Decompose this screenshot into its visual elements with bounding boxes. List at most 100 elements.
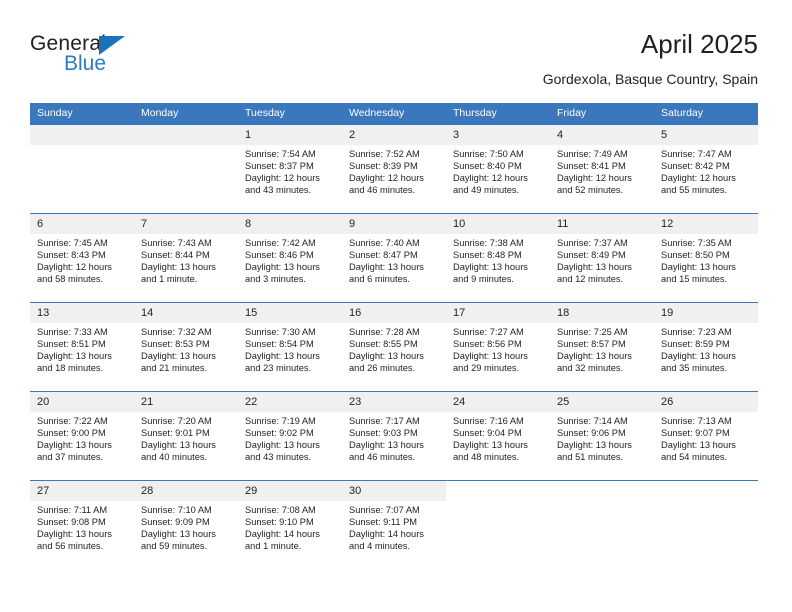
day-sun-info: Sunrise: 7:35 AM Sunset: 8:50 PM Daylight:… <box>654 234 758 285</box>
calendar-cell-day-28[interactable]: 28 Sunrise: 7:10 AM Sunset: 9:09 PM Dayligh… <box>134 480 238 569</box>
calendar-day-number-empty <box>134 125 238 145</box>
calendar-cell-day-22[interactable]: 22 Sunrise: 7:19 AM Sunset: 9:02 PM Dayligh… <box>238 391 342 481</box>
day-sun-info: Sunrise: 7:22 AM Sunset: 9:00 PM Daylight:… <box>30 412 134 463</box>
calendar-cell-content: 21 Sunrise: 7:20 AM Sunset: 9:01 PM Dayligh… <box>134 392 238 480</box>
sunrise-text: Sunrise: 7:42 AM <box>245 238 316 248</box>
calendar-day-number: 1 <box>238 125 342 145</box>
calendar-cell-day-4[interactable]: 4 Sunrise: 7:49 AM Sunset: 8:41 PM Daylight… <box>550 125 654 214</box>
calendar-day-number: 16 <box>342 303 446 323</box>
sunrise-text: Sunrise: 7:16 AM <box>453 416 524 426</box>
page-subtitle: Gordexola, Basque Country, Spain <box>542 71 758 87</box>
calendar-day-number: 2 <box>342 125 446 145</box>
sunset-text: Sunset: 8:46 PM <box>245 250 314 261</box>
daylight-text: Daylight: 12 hours and 58 minutes. <box>37 262 112 285</box>
daylight-text: Daylight: 12 hours and 55 minutes. <box>661 173 736 196</box>
sunset-text: Sunset: 9:04 PM <box>453 428 522 439</box>
day-sun-info: Sunrise: 7:30 AM Sunset: 8:54 PM Daylight:… <box>238 323 342 374</box>
calendar-cell-day-25[interactable]: 25 Sunrise: 7:14 AM Sunset: 9:06 PM Dayligh… <box>550 391 654 481</box>
calendar-day-number: 30 <box>342 481 446 501</box>
sunrise-text: Sunrise: 7:43 AM <box>141 238 212 248</box>
general-blue-logo[interactable]: General Blue <box>30 32 230 88</box>
calendar-cell-day-5[interactable]: 5 Sunrise: 7:47 AM Sunset: 8:42 PM Daylight… <box>654 125 758 214</box>
calendar-cell-day-13[interactable]: 13 Sunrise: 7:33 AM Sunset: 8:51 PM Dayligh… <box>30 302 134 392</box>
calendar-cell-day-29[interactable]: 29 Sunrise: 7:08 AM Sunset: 9:10 PM Dayligh… <box>238 480 342 569</box>
calendar-cell-day-7[interactable]: 7 Sunrise: 7:43 AM Sunset: 8:44 PM Daylight… <box>134 213 238 303</box>
daylight-text: Daylight: 13 hours and 18 minutes. <box>37 351 112 374</box>
sunrise-text: Sunrise: 7:17 AM <box>349 416 420 426</box>
sunset-text: Sunset: 8:47 PM <box>349 250 418 261</box>
page-header: General Blue April 2025 Gordexola, Basqu… <box>30 28 758 94</box>
calendar-cell-day-30[interactable]: 30 Sunrise: 7:07 AM Sunset: 9:11 PM Dayligh… <box>342 480 446 569</box>
calendar-cell-content: 20 Sunrise: 7:22 AM Sunset: 9:00 PM Dayligh… <box>30 392 134 480</box>
calendar-cell-day-18[interactable]: 18 Sunrise: 7:25 AM Sunset: 8:57 PM Dayligh… <box>550 302 654 392</box>
sunrise-text: Sunrise: 7:37 AM <box>557 238 628 248</box>
day-sun-info: Sunrise: 7:32 AM Sunset: 8:53 PM Daylight:… <box>134 323 238 374</box>
title-block: April 2025 Gordexola, Basque Country, Sp… <box>543 28 758 89</box>
calendar-cell-day-12[interactable]: 12 Sunrise: 7:35 AM Sunset: 8:50 PM Dayligh… <box>654 213 758 303</box>
daylight-text: Daylight: 13 hours and 6 minutes. <box>349 262 424 285</box>
sunset-text: Sunset: 9:08 PM <box>37 517 106 528</box>
logo-text-blue: Blue <box>64 52 107 75</box>
sunset-text: Sunset: 8:40 PM <box>453 161 522 172</box>
calendar-cell-day-8[interactable]: 8 Sunrise: 7:42 AM Sunset: 8:46 PM Daylight… <box>238 213 342 303</box>
calendar-cell-day-6[interactable]: 6 Sunrise: 7:45 AM Sunset: 8:43 PM Daylight… <box>30 213 134 303</box>
calendar-cell-day-17[interactable]: 17 Sunrise: 7:27 AM Sunset: 8:56 PM Dayligh… <box>446 302 550 392</box>
day-sun-info: Sunrise: 7:40 AM Sunset: 8:47 PM Daylight:… <box>342 234 446 285</box>
daylight-text: Daylight: 13 hours and 43 minutes. <box>245 440 320 463</box>
daylight-text: Daylight: 13 hours and 26 minutes. <box>349 351 424 374</box>
calendar-cell-day-24[interactable]: 24 Sunrise: 7:16 AM Sunset: 9:04 PM Dayligh… <box>446 391 550 481</box>
calendar-cell-day-21[interactable]: 21 Sunrise: 7:20 AM Sunset: 9:01 PM Dayligh… <box>134 391 238 481</box>
calendar-cell-content: 29 Sunrise: 7:08 AM Sunset: 9:10 PM Dayligh… <box>238 481 342 569</box>
calendar-week-row: 20 Sunrise: 7:22 AM Sunset: 9:00 PM Dayligh… <box>30 391 758 481</box>
sunset-text: Sunset: 8:53 PM <box>141 339 210 350</box>
calendar-cell-day-19[interactable]: 19 Sunrise: 7:23 AM Sunset: 8:59 PM Dayligh… <box>654 302 758 392</box>
calendar-cell-content: 1 Sunrise: 7:54 AM Sunset: 8:37 PM Daylight… <box>238 125 342 213</box>
calendar-cell-day-15[interactable]: 15 Sunrise: 7:30 AM Sunset: 8:54 PM Dayligh… <box>238 302 342 392</box>
day-sun-info: Sunrise: 7:27 AM Sunset: 8:56 PM Daylight:… <box>446 323 550 374</box>
calendar-cell-day-16[interactable]: 16 Sunrise: 7:28 AM Sunset: 8:55 PM Dayligh… <box>342 302 446 392</box>
calendar-cell-day-11[interactable]: 11 Sunrise: 7:37 AM Sunset: 8:49 PM Dayligh… <box>550 213 654 303</box>
calendar-cell-content: 26 Sunrise: 7:13 AM Sunset: 9:07 PM Dayligh… <box>654 392 758 480</box>
calendar-cell-day-20[interactable]: 20 Sunrise: 7:22 AM Sunset: 9:00 PM Dayligh… <box>30 391 134 481</box>
daylight-text: Daylight: 13 hours and 32 minutes. <box>557 351 632 374</box>
calendar-cell-content-blank <box>654 481 758 569</box>
calendar-cell-day-3[interactable]: 3 Sunrise: 7:50 AM Sunset: 8:40 PM Daylight… <box>446 125 550 214</box>
daylight-text: Daylight: 13 hours and 9 minutes. <box>453 262 528 285</box>
calendar-cell-day-14[interactable]: 14 Sunrise: 7:32 AM Sunset: 8:53 PM Dayligh… <box>134 302 238 392</box>
sunrise-text: Sunrise: 7:19 AM <box>245 416 316 426</box>
daylight-text: Daylight: 13 hours and 37 minutes. <box>37 440 112 463</box>
calendar-cell-day-9[interactable]: 9 Sunrise: 7:40 AM Sunset: 8:47 PM Daylight… <box>342 213 446 303</box>
calendar-cell-day-1[interactable]: 1 Sunrise: 7:54 AM Sunset: 8:37 PM Daylight… <box>238 125 342 214</box>
day-sun-info: Sunrise: 7:52 AM Sunset: 8:39 PM Daylight:… <box>342 145 446 196</box>
daylight-text: Daylight: 12 hours and 46 minutes. <box>349 173 424 196</box>
calendar-cell-day-10[interactable]: 10 Sunrise: 7:38 AM Sunset: 8:48 PM Dayligh… <box>446 213 550 303</box>
calendar-cell-content: 17 Sunrise: 7:27 AM Sunset: 8:56 PM Dayligh… <box>446 303 550 391</box>
calendar-day-number: 24 <box>446 392 550 412</box>
calendar-cell-day-23[interactable]: 23 Sunrise: 7:17 AM Sunset: 9:03 PM Dayligh… <box>342 391 446 481</box>
calendar-body: 1 Sunrise: 7:54 AM Sunset: 8:37 PM Daylight… <box>30 125 758 569</box>
sunrise-text: Sunrise: 7:13 AM <box>661 416 732 426</box>
daylight-text: Daylight: 14 hours and 1 minute. <box>245 529 320 552</box>
day-sun-info: Sunrise: 7:07 AM Sunset: 9:11 PM Daylight:… <box>342 501 446 552</box>
calendar-cell-day-2[interactable]: 2 Sunrise: 7:52 AM Sunset: 8:39 PM Daylight… <box>342 125 446 214</box>
calendar-cell-content: 14 Sunrise: 7:32 AM Sunset: 8:53 PM Dayligh… <box>134 303 238 391</box>
sunset-text: Sunset: 9:11 PM <box>349 517 418 528</box>
day-sun-info: Sunrise: 7:08 AM Sunset: 9:10 PM Daylight:… <box>238 501 342 552</box>
day-sun-info: Sunrise: 7:38 AM Sunset: 8:48 PM Daylight:… <box>446 234 550 285</box>
sunrise-text: Sunrise: 7:30 AM <box>245 327 316 337</box>
weekday-header-monday: Monday <box>134 103 238 125</box>
sunset-text: Sunset: 8:51 PM <box>37 339 106 350</box>
calendar-day-number-empty <box>30 125 134 145</box>
calendar-cell-content: 12 Sunrise: 7:35 AM Sunset: 8:50 PM Dayligh… <box>654 214 758 302</box>
day-sun-info: Sunrise: 7:25 AM Sunset: 8:57 PM Daylight:… <box>550 323 654 374</box>
calendar-cell-day-27[interactable]: 27 Sunrise: 7:11 AM Sunset: 9:08 PM Dayligh… <box>30 480 134 569</box>
sunrise-text: Sunrise: 7:25 AM <box>557 327 628 337</box>
calendar-cell-day-26[interactable]: 26 Sunrise: 7:13 AM Sunset: 9:07 PM Dayligh… <box>654 391 758 481</box>
sunset-text: Sunset: 9:06 PM <box>557 428 626 439</box>
daylight-text: Daylight: 13 hours and 3 minutes. <box>245 262 320 285</box>
calendar-day-number: 23 <box>342 392 446 412</box>
calendar-cell-content: 19 Sunrise: 7:23 AM Sunset: 8:59 PM Dayligh… <box>654 303 758 391</box>
calendar-day-number: 25 <box>550 392 654 412</box>
sunset-text: Sunset: 8:50 PM <box>661 250 730 261</box>
sunset-text: Sunset: 8:43 PM <box>37 250 106 261</box>
